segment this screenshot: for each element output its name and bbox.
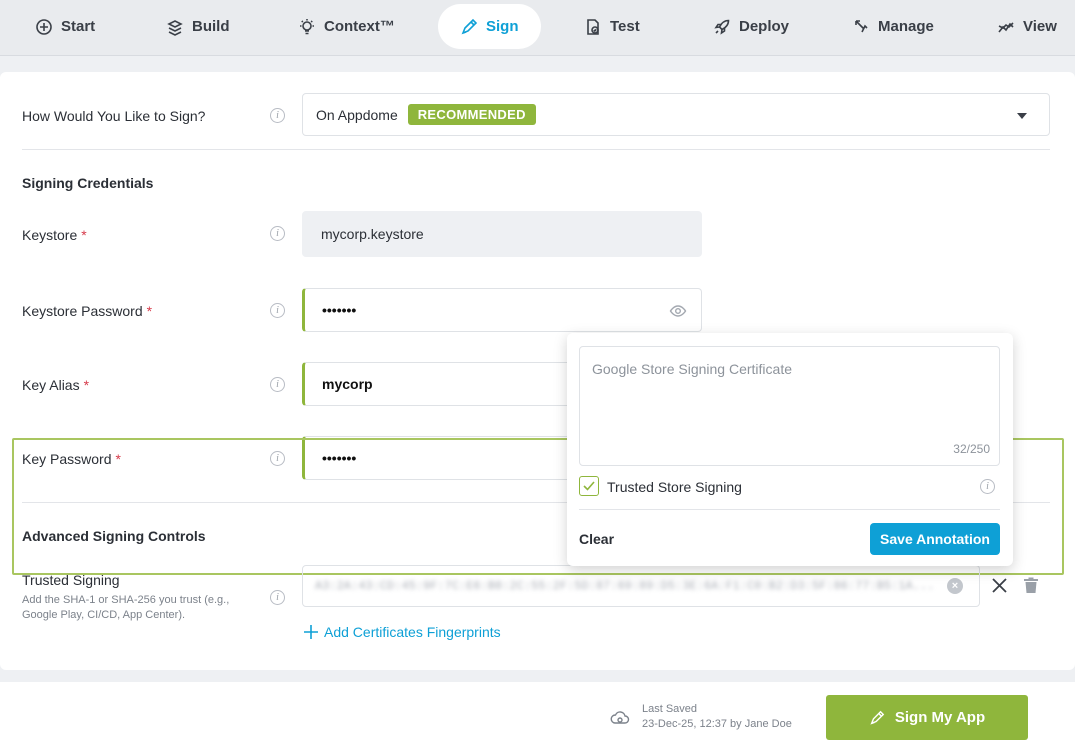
trusted-signing-help: Add the SHA-1 or SHA-256 you trust (e.g.… — [22, 594, 230, 621]
signing-credentials-title: Signing Credentials — [22, 175, 154, 191]
clear-circle-icon[interactable]: × — [947, 578, 963, 594]
nav-item-build[interactable]: Build — [166, 4, 230, 49]
close-icon[interactable] — [991, 577, 1008, 594]
eye-icon[interactable] — [669, 302, 687, 320]
annotation-textarea[interactable]: Google Store Signing Certificate 32/250 — [579, 346, 1000, 466]
check-icon — [583, 481, 595, 491]
last-saved-info: Last Saved 23-Dec-25, 12:37 by Jane Doe — [642, 702, 792, 732]
info-icon[interactable]: i — [270, 377, 285, 392]
info-icon[interactable]: i — [270, 303, 285, 318]
sign-my-app-label: Sign My App — [894, 709, 986, 726]
keystore-label: Keystore * — [22, 227, 87, 243]
nav-item-context[interactable]: Context™ — [298, 4, 395, 49]
nav-item-view[interactable]: View — [997, 4, 1057, 49]
fingerprint-field[interactable]: A3:2A:43:CD:45:9F:7C:E6:B8:2C:55:2F:5D:8… — [302, 565, 980, 607]
keystore-field[interactable]: mycorp.keystore — [302, 211, 702, 257]
nav-label: View — [1023, 18, 1057, 35]
nav-label: Manage — [878, 18, 934, 35]
lightbulb-icon — [300, 18, 314, 34]
character-counter: 32/250 — [953, 442, 990, 456]
nav-label: Start — [61, 18, 96, 35]
cloud-sync-icon — [610, 711, 630, 724]
key-alias-field[interactable]: mycorp — [302, 362, 582, 406]
trusted-store-checkbox[interactable] — [579, 476, 599, 496]
info-icon[interactable]: i — [270, 226, 285, 241]
key-alias-value: mycorp — [322, 376, 373, 392]
nav-label: Deploy — [739, 18, 790, 35]
divider — [22, 149, 1050, 150]
sign-method-label: How Would You Like to Sign? — [22, 108, 206, 124]
chevron-down-icon — [1017, 113, 1027, 119]
plus-icon — [304, 625, 318, 639]
chart-icon — [998, 21, 1014, 32]
divider — [579, 509, 1000, 510]
trusted-signing-label: Trusted Signing — [22, 572, 120, 588]
trusted-store-label: Trusted Store Signing — [607, 479, 742, 495]
info-icon[interactable]: i — [270, 108, 285, 123]
annotation-placeholder: Google Store Signing Certificate — [592, 361, 792, 377]
last-saved-value: 23-Dec-25, 12:37 by Jane Doe — [642, 718, 792, 730]
nav-item-manage[interactable]: Manage — [852, 4, 934, 49]
nav-item-test[interactable]: Test — [584, 4, 640, 49]
keystore-password-label: Keystore Password * — [22, 303, 153, 319]
sign-my-app-button[interactable]: Sign My App — [826, 695, 1028, 740]
nav-item-deploy[interactable]: Deploy — [713, 4, 789, 49]
nav-item-start[interactable]: Start — [35, 4, 95, 49]
clear-button[interactable]: Clear — [579, 531, 614, 547]
keystore-password-value: ••••••• — [322, 302, 357, 318]
sign-method-select[interactable]: On Appdome RECOMMENDED — [302, 93, 1050, 136]
info-icon[interactable]: i — [270, 590, 285, 605]
sign-method-value: On Appdome — [316, 106, 398, 123]
top-navigation: Start Build Context™ Sign Test Deploy Ma… — [0, 0, 1075, 56]
nav-label: Context™ — [324, 18, 395, 35]
nav-label: Build — [192, 18, 230, 35]
key-alias-label: Key Alias * — [22, 377, 90, 393]
build-icon — [167, 19, 183, 36]
manage-icon — [855, 19, 868, 32]
pen-icon — [870, 710, 885, 725]
plus-circle-icon — [36, 18, 52, 35]
nav-label: Test — [610, 18, 640, 35]
nav-item-sign[interactable]: Sign — [438, 4, 541, 49]
keystore-value: mycorp.keystore — [321, 226, 424, 242]
nav-label: Sign — [486, 18, 519, 35]
rocket-icon — [714, 19, 730, 35]
trash-icon[interactable] — [1023, 577, 1039, 594]
keystore-password-field[interactable]: ••••••• — [302, 288, 702, 332]
advanced-signing-title: Advanced Signing Controls — [22, 528, 206, 544]
recommended-badge: RECOMMENDED — [407, 104, 536, 125]
test-icon — [587, 18, 599, 35]
annotation-popover: Google Store Signing Certificate 32/250 … — [567, 333, 1013, 566]
last-saved-label: Last Saved — [642, 703, 698, 715]
add-fingerprint-label: Add Certificates Fingerprints — [324, 624, 501, 640]
info-icon[interactable]: i — [980, 479, 995, 494]
pen-icon — [461, 18, 478, 34]
fingerprint-value: A3:2A:43:CD:45:9F:7C:E6:B8:2C:55:2F:5D:8… — [315, 579, 935, 593]
add-fingerprint-link[interactable]: Add Certificates Fingerprints — [304, 624, 501, 640]
save-annotation-button[interactable]: Save Annotation — [870, 523, 1000, 555]
